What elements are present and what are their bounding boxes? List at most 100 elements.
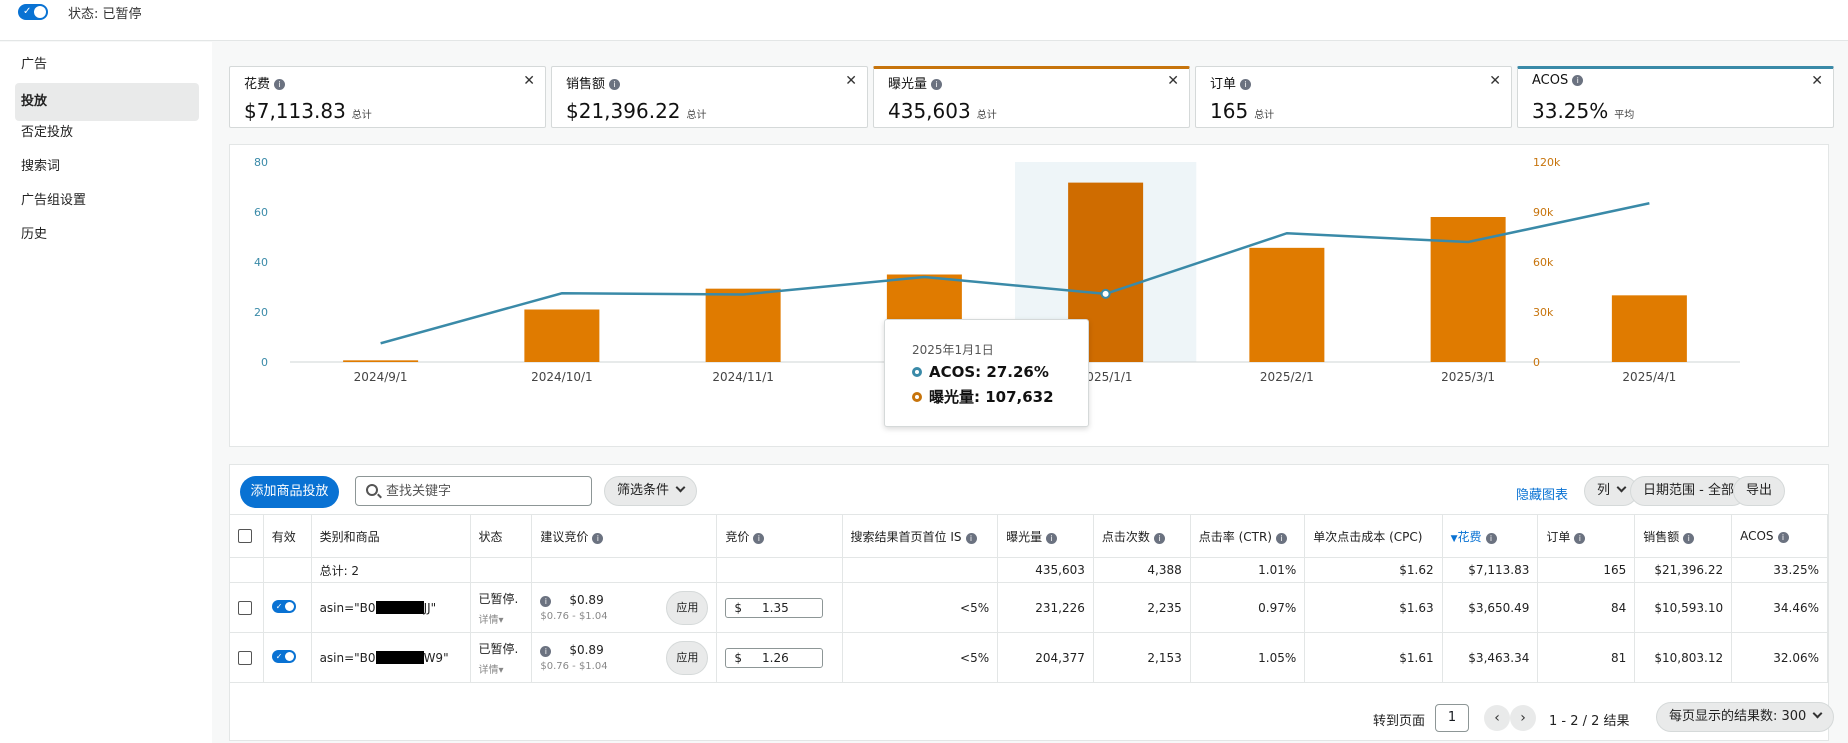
acos: 34.46% xyxy=(1731,582,1828,633)
detail-link[interactable]: 详情▾ xyxy=(479,661,524,676)
close-icon[interactable]: ✕ xyxy=(1167,73,1179,89)
sidebar-item-adgroup-settings[interactable]: 广告组设置 xyxy=(15,182,199,220)
close-icon[interactable]: ✕ xyxy=(1489,73,1501,89)
search-input[interactable] xyxy=(386,481,586,501)
col-header-ctr[interactable]: 点击率 (CTR) i xyxy=(1190,514,1306,558)
x-axis-tick-label: 2025/2/1 xyxy=(1260,370,1314,384)
header-label: 点击次数 xyxy=(1101,529,1150,544)
info-icon: i xyxy=(540,596,552,607)
total-orders: 165 xyxy=(1537,557,1636,583)
header-label: 类别和商品 xyxy=(319,529,380,544)
total-cpc: $1.62 xyxy=(1304,557,1443,583)
close-icon[interactable]: ✕ xyxy=(1811,73,1823,89)
select-all-checkbox[interactable] xyxy=(238,529,252,544)
page-number-input[interactable]: 1 xyxy=(1435,704,1469,732)
row-checkbox[interactable] xyxy=(238,600,252,615)
col-header-sales[interactable]: 销售额 i xyxy=(1634,514,1733,558)
sidebar-item-label: 广告组设置 xyxy=(21,193,87,208)
orders: 84 xyxy=(1537,582,1636,633)
top-of-search-is: <5% xyxy=(842,582,999,633)
metric-name-text: 花费 xyxy=(244,77,271,92)
col-header-product[interactable]: 类别和商品 xyxy=(311,514,471,558)
goto-page-label: 转到页面 xyxy=(1373,714,1426,729)
product-cell: asin="B0 W9" xyxy=(311,632,471,683)
header-label: 搜索结果首页首位 IS xyxy=(850,529,962,544)
total-cell-empty xyxy=(531,557,718,583)
x-axis-tick-label: 2025/3/1 xyxy=(1441,370,1495,384)
col-header-top-of-search-is[interactable]: 搜索结果首页首位 IS i xyxy=(842,514,999,558)
search-icon xyxy=(366,484,378,496)
header-label: 订单 xyxy=(1546,529,1571,544)
col-header-clicks[interactable]: 点击次数 i xyxy=(1093,514,1191,558)
metric-card-spend[interactable]: 花费 i ✕ $7,113.83 总计 xyxy=(229,66,546,128)
hide-chart-link[interactable]: 隐藏图表 xyxy=(1516,484,1568,503)
close-icon[interactable]: ✕ xyxy=(845,73,857,89)
metric-name-text: 订单 xyxy=(1210,77,1237,92)
chevron-down-icon xyxy=(1812,708,1823,719)
x-axis-tick-label: 2024/11/1 xyxy=(712,370,774,384)
col-header-bid[interactable]: 竞价 i xyxy=(716,514,843,558)
col-header-acos[interactable]: ACOS i xyxy=(1731,514,1828,558)
filter-dropdown[interactable]: 筛选条件 xyxy=(604,476,698,506)
total-spend: $7,113.83 xyxy=(1442,557,1539,583)
total-ctr: 1.01% xyxy=(1190,557,1306,583)
enabled-toggle[interactable]: ✓ xyxy=(271,599,296,613)
sidebar-item-history[interactable]: 历史 xyxy=(15,216,199,254)
tooltip-date: 2025年1月1日 xyxy=(912,343,994,357)
campaign-status-toggle[interactable]: ✓ xyxy=(18,4,48,20)
prev-page-icon[interactable]: ‹ xyxy=(1484,705,1510,731)
total-cell-empty xyxy=(716,557,843,583)
metric-card-impressions[interactable]: 曝光量 i ✕ 435,603 总计 xyxy=(873,66,1190,128)
sidebar-item-ads[interactable]: 广告 xyxy=(15,46,199,84)
impressions-bar xyxy=(524,309,600,362)
acos: 32.06% xyxy=(1731,632,1828,683)
col-header-spend[interactable]: ▼花费 i xyxy=(1442,514,1539,558)
status-text: 已暂停. xyxy=(478,641,519,656)
enabled-toggle[interactable]: ✓ xyxy=(271,649,296,663)
check-icon: ✓ xyxy=(275,601,283,611)
left-axis-tick-label: 0 xyxy=(261,356,268,369)
col-header-impressions[interactable]: 曝光量 i xyxy=(997,514,1094,558)
x-axis-tick-label: 2024/9/1 xyxy=(354,370,408,384)
tooltip-acos: ACOS: 27.26% xyxy=(912,363,1049,381)
metric-card-orders[interactable]: 订单 i ✕ 165 总计 xyxy=(1195,66,1512,128)
apply-bid-button[interactable]: 应用 xyxy=(666,590,709,625)
per-page-dropdown[interactable]: 每页显示的结果数: 300 xyxy=(1656,702,1835,732)
info-icon: i xyxy=(1153,532,1165,544)
left-axis-tick-label: 60 xyxy=(254,206,268,219)
detail-text: 详情 xyxy=(478,664,499,676)
chevron-down-icon xyxy=(675,482,686,493)
columns-label: 列 xyxy=(1597,483,1611,498)
metric-card-acos[interactable]: ACOS i ✕ 33.25% 平均 xyxy=(1517,66,1834,128)
row-enabled-cell: ✓ xyxy=(263,632,312,683)
export-button[interactable]: 导出 xyxy=(1733,476,1786,506)
date-range-button[interactable]: 日期范围 - 全部 xyxy=(1630,476,1747,506)
table-header-row: 有效 类别和商品 状态 建议竞价 i 竞价 i 搜索结果首页首位 IS i 曝光量 i … xyxy=(230,514,1828,558)
add-product-targeting-button[interactable]: 添加商品投放 xyxy=(240,476,339,508)
bid-input[interactable]: $1.35 xyxy=(725,597,824,618)
metric-card-sales[interactable]: 销售额 i ✕ $21,396.22 总计 xyxy=(551,66,868,128)
info-icon: i xyxy=(1240,79,1252,90)
total-cell-empty xyxy=(470,557,533,583)
info-icon: i xyxy=(274,79,286,90)
col-header-orders[interactable]: 订单 i xyxy=(1537,514,1636,558)
row-checkbox[interactable] xyxy=(238,650,252,665)
col-header-suggested-bid[interactable]: 建议竞价 i xyxy=(531,514,718,558)
detail-link[interactable]: 详情▾ xyxy=(479,611,524,626)
product-cell: asin="B0 JJ" xyxy=(311,582,471,633)
close-icon[interactable]: ✕ xyxy=(523,73,535,89)
info-icon: i xyxy=(1485,532,1497,544)
col-header-cpc[interactable]: 单次点击成本 (CPC) xyxy=(1304,514,1443,558)
impressions: 204,377 xyxy=(997,632,1094,683)
info-icon: i xyxy=(1777,532,1789,543)
impressions-bar xyxy=(705,288,781,362)
next-page-icon[interactable]: › xyxy=(1510,705,1536,731)
suggested-bid-cell: i $0.89 $0.76 - $1.04 应用 xyxy=(531,582,718,633)
row-select-cell xyxy=(230,632,264,683)
sidebar-item-negative-targeting[interactable]: 否定投放 xyxy=(15,114,199,152)
apply-bid-button[interactable]: 应用 xyxy=(666,640,709,675)
bid-input[interactable]: $1.26 xyxy=(725,647,824,668)
sidebar-item-search-terms[interactable]: 搜索词 xyxy=(15,148,199,186)
col-header-status[interactable]: 状态 xyxy=(470,514,533,558)
table-row: ✓ asin="B0 W9" 已暂停. 详情▾ i $0.89 $0.76 - $1.0… xyxy=(230,632,1828,683)
